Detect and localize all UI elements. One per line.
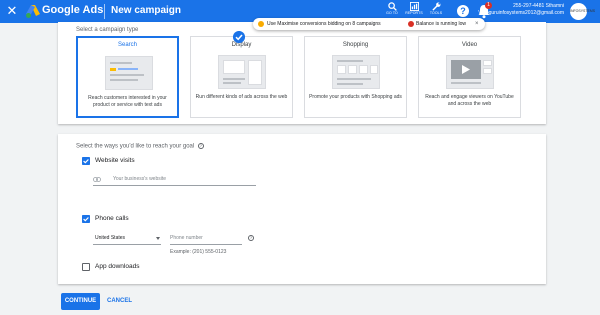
campaign-type-video[interactable]: Video Reach and engage viewers on YouTub… xyxy=(418,36,521,118)
google-ads-logo-icon xyxy=(26,5,40,18)
display-illustration xyxy=(218,55,266,89)
close-icon[interactable]: × xyxy=(475,18,479,30)
search-icon xyxy=(387,2,397,11)
help-icon[interactable]: ? xyxy=(457,5,469,17)
account-id: 255-297-4481 Sthamni xyxy=(513,3,564,9)
website-url-placeholder: Your business's website xyxy=(113,176,167,182)
reports-icon xyxy=(409,2,419,11)
title-divider xyxy=(104,4,105,19)
website-visits-label: Website visits xyxy=(95,157,135,164)
app-downloads-label: App downloads xyxy=(95,263,140,270)
reports-label: REPORTS xyxy=(405,11,423,15)
phone-calls-label: Phone calls xyxy=(95,215,129,222)
tile-description: Reach customers interested in your produ… xyxy=(88,95,167,108)
help-icon[interactable]: ? xyxy=(197,143,204,149)
phone-number-field[interactable]: Phone number xyxy=(170,233,242,245)
page-title: New campaign xyxy=(111,5,182,16)
continue-button[interactable]: CONTINUE xyxy=(61,293,100,310)
bidding-recommendation-link[interactable]: Use Maximise conversions bidding on 8 ca… xyxy=(267,18,381,30)
selected-check-icon xyxy=(233,31,245,43)
alert-icon xyxy=(408,21,414,27)
account-email: Webguruinfosystems2012@gmail.com xyxy=(478,10,564,16)
goal-question: Select the ways you'd like to reach your… xyxy=(76,143,204,150)
website-visits-checkbox[interactable] xyxy=(82,157,90,165)
shopping-illustration xyxy=(332,55,380,89)
country-value: United States xyxy=(95,235,126,241)
campaign-type-label: Select a campaign type xyxy=(76,27,139,33)
video-illustration xyxy=(446,55,494,89)
wrench-icon xyxy=(431,2,440,11)
dropdown-caret-icon xyxy=(156,237,160,240)
tile-description: Reach and engage viewers on YouTube and … xyxy=(425,94,514,107)
balance-warning-link[interactable]: Balance is running low xyxy=(416,18,466,30)
help-icon[interactable]: ? xyxy=(248,235,254,241)
goto-button[interactable]: GO TO xyxy=(381,2,403,16)
notification-bar: Use Maximise conversions bidding on 8 ca… xyxy=(253,18,485,30)
phone-number-placeholder: Phone number xyxy=(170,235,203,241)
tile-title: Shopping xyxy=(342,42,369,48)
tile-description: Run different kinds of ads across the we… xyxy=(195,94,288,100)
goal-reach-card: Select the ways you'd like to reach your… xyxy=(58,134,546,284)
lightbulb-icon xyxy=(258,21,264,27)
link-icon xyxy=(93,177,101,182)
goto-label: GO TO xyxy=(386,11,398,15)
campaign-type-shopping[interactable]: Shopping Promote your products with Shop… xyxy=(304,36,407,118)
tile-title: Search xyxy=(117,42,137,48)
play-icon xyxy=(462,65,470,74)
campaign-type-card: Select a campaign type Search Reach cust… xyxy=(58,22,546,124)
website-url-field[interactable]: Your business's website xyxy=(93,172,256,186)
app-downloads-checkbox[interactable] xyxy=(82,263,90,271)
account-info[interactable]: 255-297-4481 Sthamni Webguruinfosystems2… xyxy=(478,3,564,17)
tools-button[interactable]: TOOLS xyxy=(425,2,447,16)
phone-calls-checkbox[interactable] xyxy=(82,215,90,223)
search-illustration xyxy=(105,56,153,90)
goal-question-text: Select the ways you'd like to reach your… xyxy=(76,143,195,150)
brand-name: Google Ads xyxy=(42,4,104,16)
country-select[interactable]: United States xyxy=(93,233,161,245)
tile-title: Video xyxy=(461,42,478,48)
tools-label: TOOLS xyxy=(429,11,443,15)
avatar[interactable]: INFOSYSTEMS xyxy=(570,3,595,20)
close-icon[interactable]: ✕ xyxy=(5,4,19,18)
phone-example-text: Example: (201) 555-0123 xyxy=(170,249,227,255)
tile-description: Promote your products with Shopping ads xyxy=(309,94,402,100)
tile-title: Display xyxy=(231,42,252,48)
campaign-type-display[interactable]: Display Run different kinds of ads acros… xyxy=(190,36,293,118)
reports-button[interactable]: REPORTS xyxy=(403,2,425,16)
cancel-button[interactable]: CANCEL xyxy=(107,293,132,310)
campaign-type-search[interactable]: Search Reach customers interested in you… xyxy=(76,36,179,118)
